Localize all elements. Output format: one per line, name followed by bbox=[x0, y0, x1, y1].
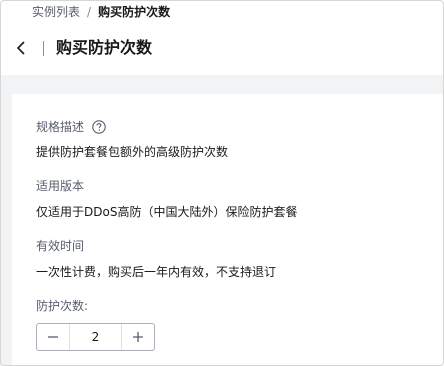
version-value: 仅适用于DDoS高防（中国大陆外）保险防护套餐 bbox=[36, 205, 298, 219]
decrement-button[interactable] bbox=[37, 324, 70, 350]
chevron-left-icon[interactable] bbox=[14, 40, 28, 56]
breadcrumb-current: 购买防护次数 bbox=[98, 5, 171, 19]
breadcrumb-separator: / bbox=[87, 5, 92, 19]
validity-value: 一次性计费，购买后一年内有效，不支持退订 bbox=[36, 265, 277, 279]
validity-label: 有效时间 bbox=[36, 239, 85, 253]
spec-card: 规格描述 提供防护套餐包额外的高级防护次数 适用版本 仅适用于DDoS高防（中国… bbox=[12, 94, 444, 366]
spec-label: 规格描述 bbox=[36, 120, 85, 134]
question-circle-icon[interactable] bbox=[92, 119, 106, 134]
breadcrumb-instance-list[interactable]: 实例列表 bbox=[32, 4, 80, 20]
page-title: 购买防护次数 bbox=[56, 38, 153, 57]
version-label: 适用版本 bbox=[36, 179, 85, 193]
plus-icon bbox=[133, 332, 143, 342]
spec-value: 提供防护套餐包额外的高级防护次数 bbox=[36, 145, 229, 159]
title-divider bbox=[43, 40, 44, 56]
minus-icon bbox=[48, 336, 58, 338]
breadcrumb: 实例列表 / 购买防护次数 bbox=[32, 4, 170, 20]
increment-button[interactable] bbox=[121, 324, 154, 350]
protection-count-stepper: 2 bbox=[36, 323, 155, 351]
page-header: 实例列表 / 购买防护次数 购买防护次数 bbox=[0, 0, 444, 75]
count-label: 防护次数: bbox=[36, 299, 89, 313]
count-input[interactable]: 2 bbox=[70, 324, 121, 350]
title-row: 购买防护次数 bbox=[14, 36, 152, 60]
